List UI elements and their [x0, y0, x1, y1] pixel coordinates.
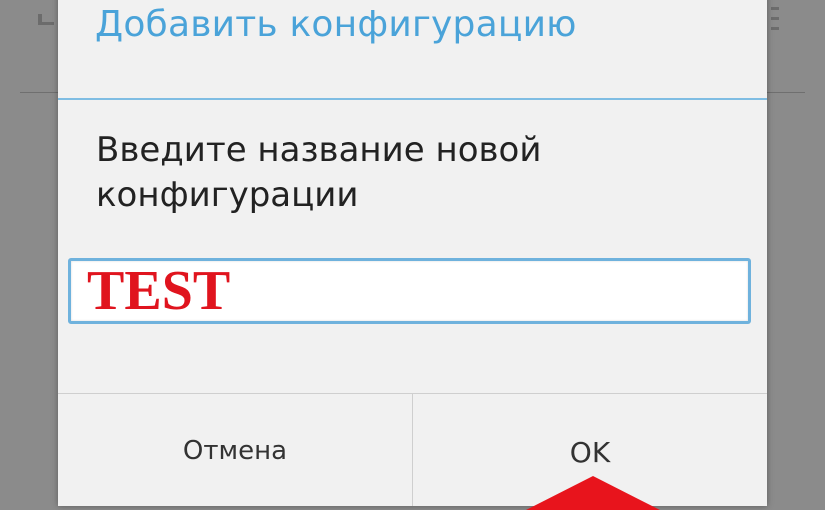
configuration-name-input[interactable] [68, 258, 751, 324]
title-divider [58, 98, 767, 100]
cancel-button-label: Отмена [182, 436, 288, 466]
cancel-button[interactable]: Отмена [58, 394, 412, 506]
dialog-message: Введите название новой конфигурации [96, 130, 542, 215]
share-icon [38, 14, 54, 25]
ok-button-label: OK [569, 436, 611, 469]
arrow-up-icon [526, 476, 660, 510]
dialog-title: Добавить конфигурацию [95, 4, 577, 45]
add-configuration-dialog: Добавить конфигурацию Введите название н… [58, 0, 767, 506]
overflow-menu-icon [765, 0, 785, 40]
